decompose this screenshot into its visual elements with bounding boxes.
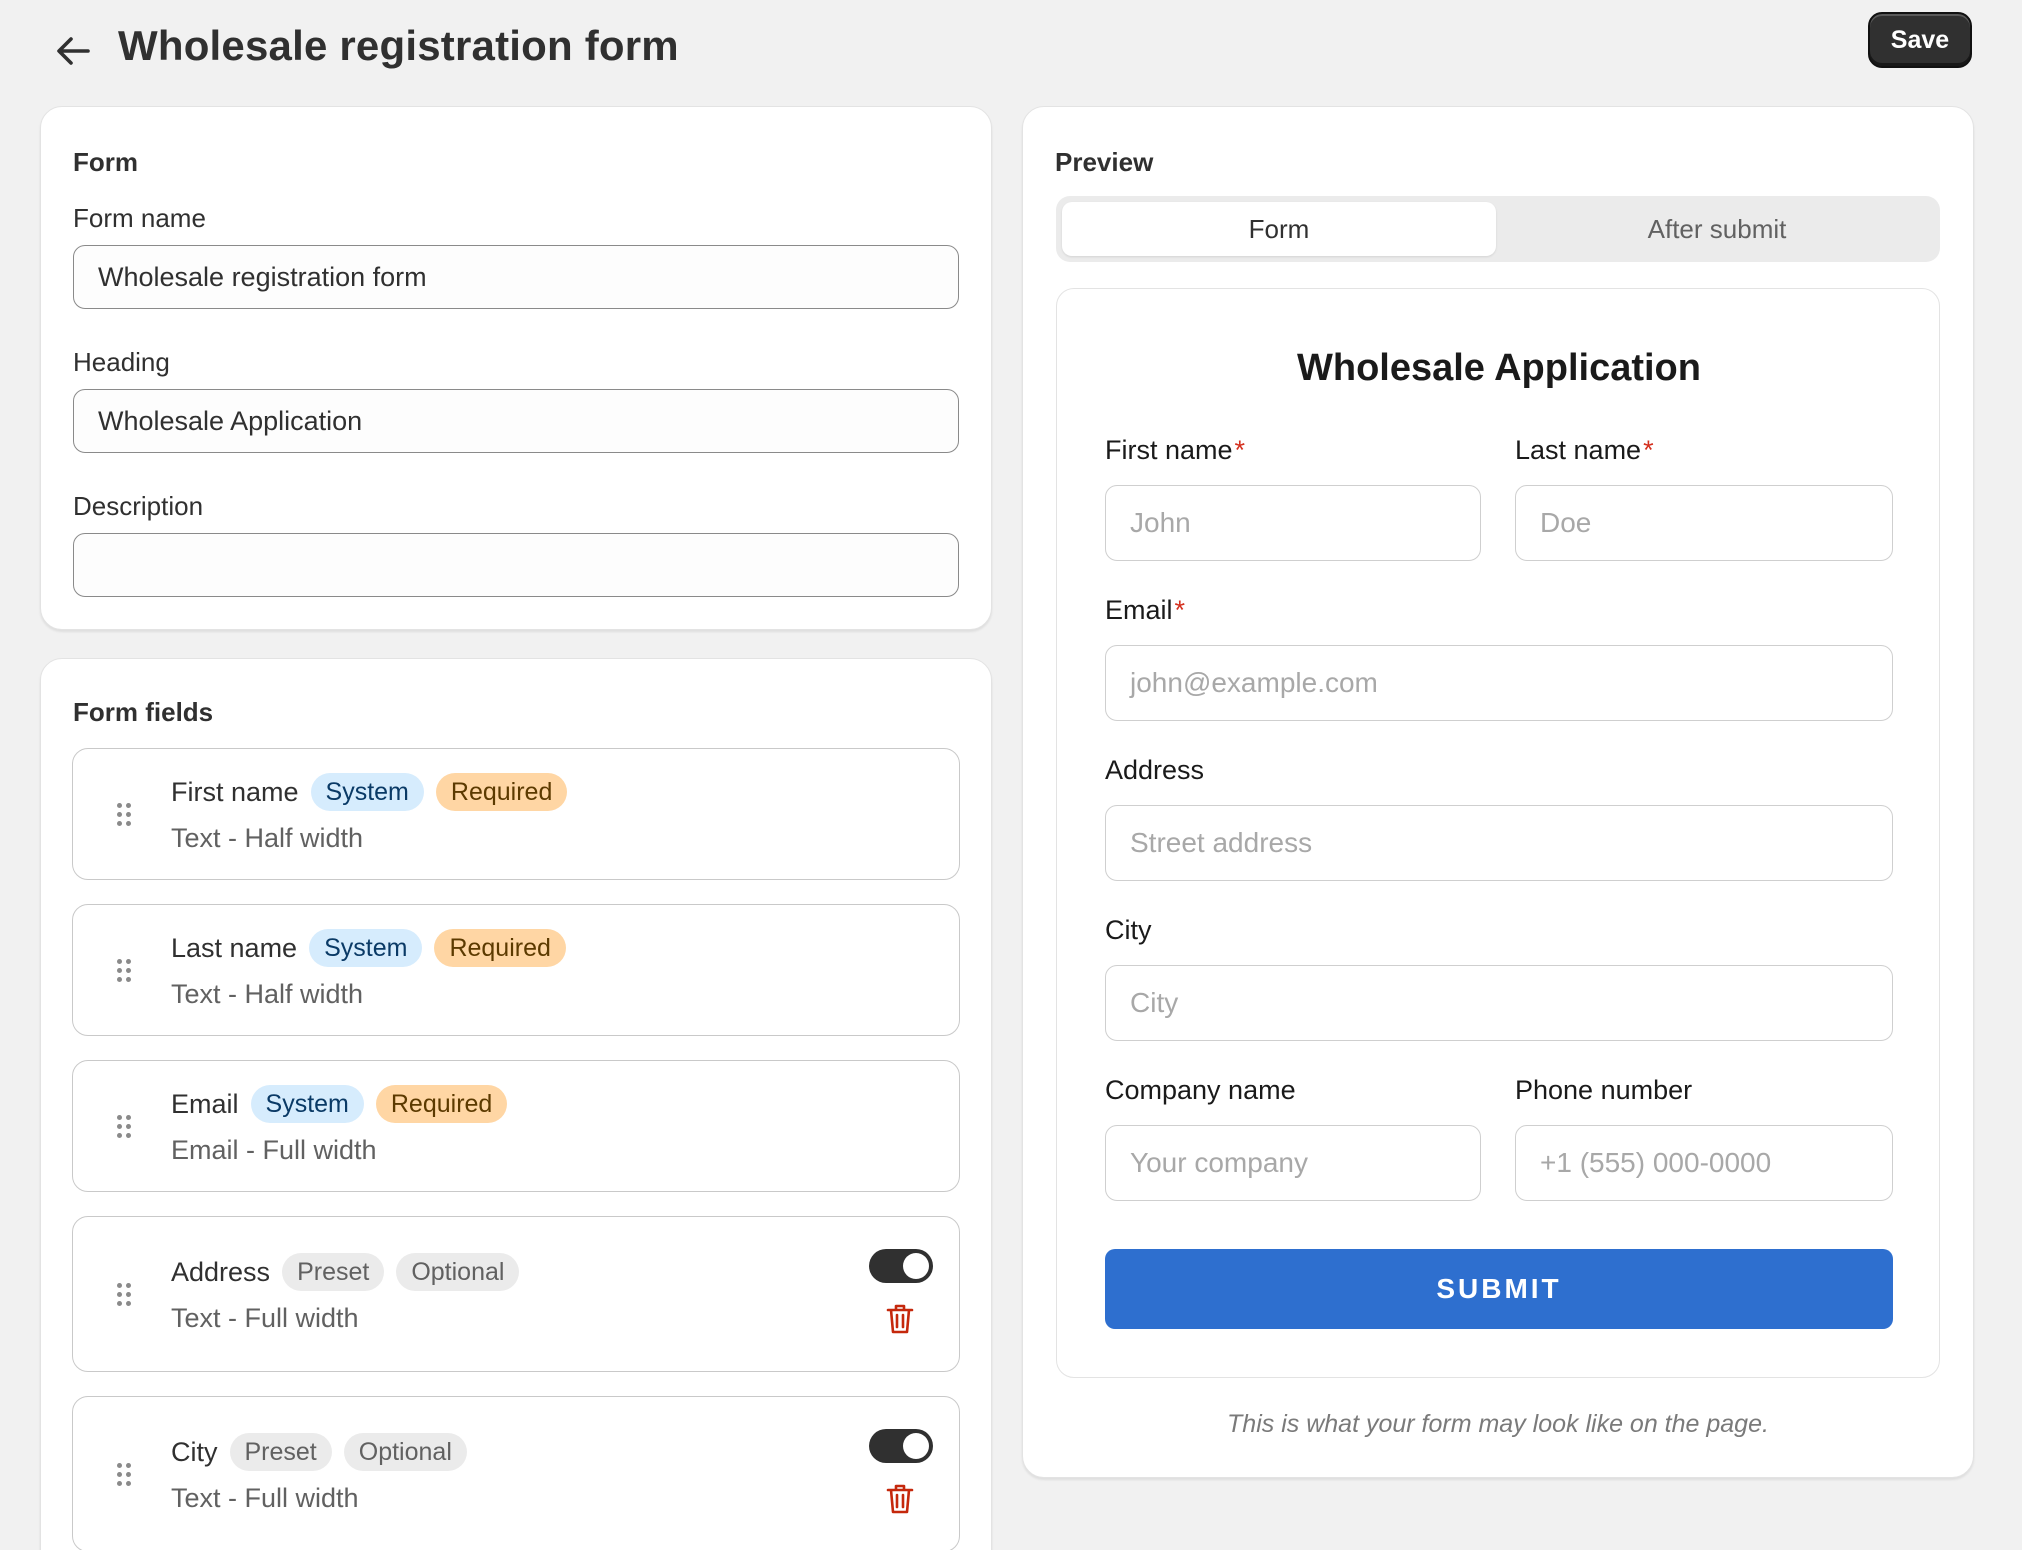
page-title: Wholesale registration form	[118, 22, 679, 69]
description-input[interactable]	[73, 533, 959, 597]
delete-button[interactable]	[885, 1303, 915, 1335]
field-type: Text - Half width	[171, 823, 364, 853]
enable-toggle[interactable]	[869, 1249, 933, 1283]
arrow-left-icon	[57, 37, 90, 65]
enable-toggle[interactable]	[869, 1429, 933, 1463]
company-name-field[interactable]: Your company	[1105, 1125, 1481, 1201]
drag-handle-icon[interactable]	[117, 1115, 133, 1139]
drag-handle-icon[interactable]	[117, 803, 133, 827]
required-marker: *	[1643, 435, 1654, 465]
preview-title: Preview	[1055, 147, 1154, 177]
field-type: Text - Full width	[171, 1483, 359, 1513]
system-badge: System	[250, 1085, 364, 1123]
submit-button[interactable]: SUBMIT	[1105, 1249, 1893, 1329]
required-marker: *	[1234, 435, 1246, 465]
phone-number-label: Phone number	[1515, 1075, 1693, 1105]
save-button[interactable]: Save	[1868, 12, 1972, 68]
preview-footnote: This is what your form may look like on …	[1227, 1410, 1769, 1438]
field-row-address[interactable]: Address Preset Optional Text - Full widt…	[72, 1216, 960, 1372]
city-label: City	[1105, 915, 1152, 945]
form-fields-title: Form fields	[73, 697, 214, 727]
system-badge: System	[309, 929, 423, 967]
description-label: Description	[73, 491, 204, 521]
field-row-last-name[interactable]: Last name System Required Text - Half wi…	[72, 904, 960, 1036]
field-name-text: Email	[171, 1088, 239, 1119]
first-name-label: First name*	[1105, 435, 1246, 465]
field-name: City Preset Optional	[171, 1433, 467, 1471]
tab-form[interactable]: Form	[1062, 202, 1496, 256]
optional-badge: Optional	[396, 1253, 520, 1291]
field-name: Email System Required	[171, 1085, 508, 1123]
preview-tabs: Form After submit	[1056, 196, 1940, 262]
preset-badge: Preset	[229, 1433, 332, 1471]
preset-badge: Preset	[282, 1253, 385, 1291]
field-row-email[interactable]: Email System Required Email - Full width	[72, 1060, 960, 1192]
form-name-label: Form name	[73, 203, 206, 233]
delete-button[interactable]	[885, 1483, 915, 1515]
form-settings-card: Form Form name Wholesale registration fo…	[40, 106, 992, 630]
phone-number-field[interactable]: +1 (555) 000-0000	[1515, 1125, 1893, 1201]
heading-value: Wholesale Application	[98, 405, 363, 436]
address-label: Address	[1105, 755, 1205, 785]
form-name-input[interactable]: Wholesale registration form	[73, 245, 959, 309]
company-name-label: Company name	[1105, 1075, 1296, 1105]
field-row-first-name[interactable]: First name System Required Text - Half w…	[72, 748, 960, 880]
address-field[interactable]: Street address	[1105, 805, 1893, 881]
field-name-text: Address	[171, 1256, 271, 1287]
system-badge: System	[310, 773, 424, 811]
heading-input[interactable]: Wholesale Application	[73, 389, 959, 453]
field-name-text: Last name	[171, 932, 298, 963]
first-name-field[interactable]: John	[1105, 485, 1481, 561]
field-name-text: First name	[171, 776, 299, 807]
preview-heading: Wholesale Application	[1297, 347, 1701, 389]
required-badge: Required	[435, 773, 568, 811]
field-type: Email - Full width	[171, 1135, 377, 1165]
field-name-text: City	[171, 1436, 218, 1467]
drag-handle-icon[interactable]	[117, 1463, 133, 1487]
email-label: Email*	[1105, 595, 1186, 625]
city-field[interactable]: City	[1105, 965, 1893, 1041]
required-badge: Required	[434, 929, 566, 967]
trash-icon	[886, 1484, 914, 1514]
tab-after-submit[interactable]: After submit	[1500, 202, 1934, 256]
required-badge: Required	[375, 1085, 508, 1123]
last-name-label: Last name*	[1515, 435, 1654, 465]
last-name-field[interactable]: Doe	[1515, 485, 1893, 561]
required-marker: *	[1174, 595, 1186, 625]
top-bar: Wholesale registration form Save	[0, 0, 2022, 100]
field-name: First name System Required	[171, 773, 568, 811]
email-field[interactable]: john@example.com	[1105, 645, 1893, 721]
field-name: Address Preset Optional	[171, 1253, 520, 1291]
trash-icon	[886, 1304, 914, 1334]
field-type: Text - Full width	[171, 1303, 359, 1333]
form-preview: Wholesale Application First name* John L…	[1056, 288, 1940, 1378]
field-type: Text - Half width	[171, 979, 364, 1009]
field-name: Last name System Required	[171, 929, 566, 967]
form-card-title: Form	[73, 147, 138, 177]
optional-badge: Optional	[343, 1433, 467, 1471]
back-button[interactable]	[50, 28, 96, 74]
heading-label: Heading	[73, 347, 170, 377]
drag-handle-icon[interactable]	[117, 959, 133, 983]
form-name-value: Wholesale registration form	[98, 261, 427, 292]
field-row-city[interactable]: City Preset Optional Text - Full width	[72, 1396, 960, 1550]
drag-handle-icon[interactable]	[117, 1283, 133, 1307]
